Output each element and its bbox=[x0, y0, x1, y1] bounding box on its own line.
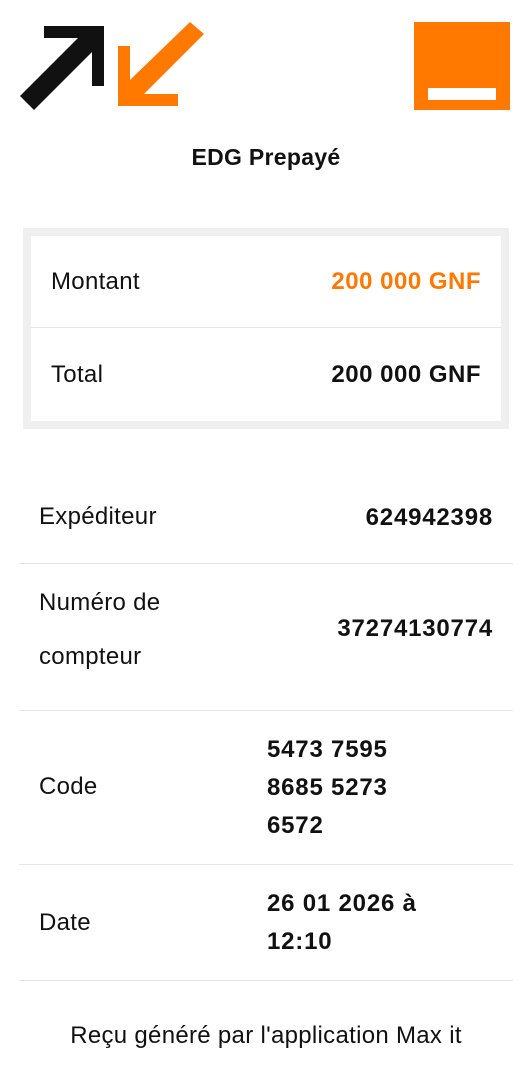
date-label: Date bbox=[39, 909, 91, 936]
detail-row-sender: Expéditeur 624942398 bbox=[19, 472, 513, 564]
meter-label: Numéro de compteur bbox=[39, 589, 161, 670]
page-title: EDG Prepayé bbox=[191, 144, 341, 170]
detail-row-meter: Numéro de compteur 37274130774 bbox=[19, 564, 513, 711]
code-value: 5473 7595 8685 5273 6572 bbox=[267, 736, 388, 839]
detail-row-code: Code 5473 7595 8685 5273 6572 bbox=[19, 711, 513, 865]
receipt-details: Expéditeur 624942398 Numéro de compteur … bbox=[19, 472, 513, 981]
detail-row-date: Date 26 01 2026 à 12:10 bbox=[19, 865, 513, 981]
max-it-logo-icon bbox=[20, 22, 204, 110]
total-value: 200 000 GNF bbox=[331, 361, 481, 388]
receipt-footer: Reçu généré par l'application Max it bbox=[70, 1022, 462, 1049]
code-label: Code bbox=[39, 773, 98, 800]
total-row: Total 200 000 GNF bbox=[31, 329, 501, 421]
header bbox=[0, 0, 532, 130]
orange-brand-logo-icon bbox=[414, 22, 510, 110]
sender-value: 624942398 bbox=[365, 504, 493, 531]
meter-value: 37274130774 bbox=[337, 615, 493, 642]
amount-value: 200 000 GNF bbox=[331, 267, 481, 295]
amount-summary-card: Montant 200 000 GNF Total 200 000 GNF bbox=[23, 228, 509, 429]
amount-row: Montant 200 000 GNF bbox=[31, 236, 501, 328]
date-value: 26 01 2026 à 12:10 bbox=[267, 890, 417, 955]
sender-label: Expéditeur bbox=[39, 503, 157, 530]
orange-logo-bar bbox=[428, 88, 496, 100]
total-label: Total bbox=[51, 361, 104, 388]
amount-summary-inner: Montant 200 000 GNF Total 200 000 GNF bbox=[31, 236, 501, 421]
amount-label: Montant bbox=[51, 267, 140, 295]
